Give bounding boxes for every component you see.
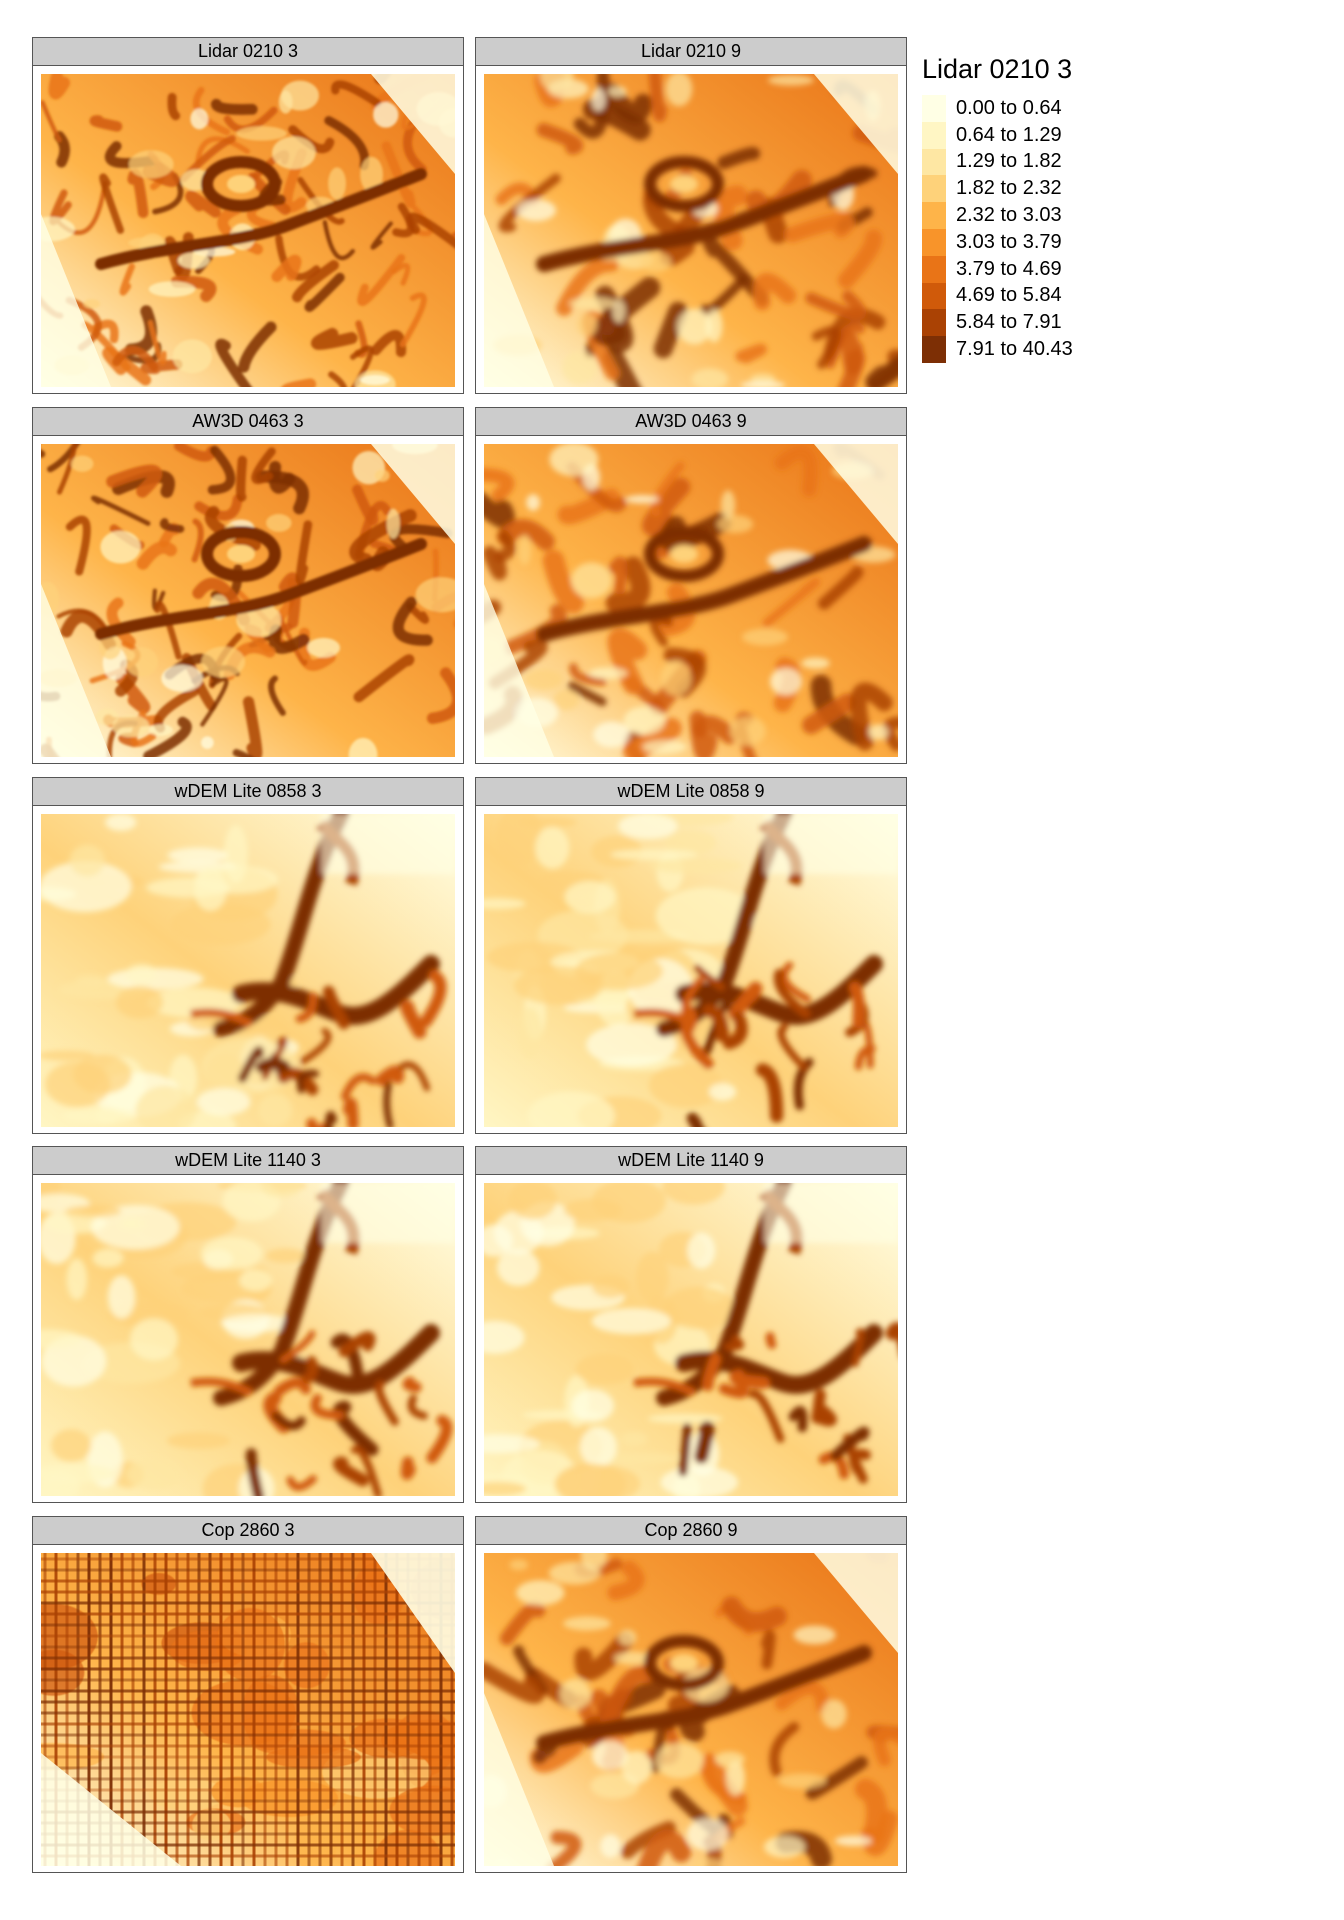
raster-map-image [484, 814, 898, 1127]
panel-title: Cop 2860 9 [476, 1517, 906, 1545]
raster-map-image [484, 444, 898, 757]
raster-map-image [484, 1553, 898, 1866]
raster-map [484, 74, 898, 387]
legend-label: 3.03 to 3.79 [956, 230, 1062, 253]
legend-swatch [922, 202, 946, 229]
legend: Lidar 0210 3 0.00 to 0.64 0.64 to 1.29 1.2… [922, 54, 1073, 363]
legend-swatch [922, 175, 946, 203]
panel-title: Cop 2860 3 [33, 1517, 463, 1545]
panel-wdem-lite-0858-3: wDEM Lite 0858 3 [32, 777, 464, 1134]
raster-map [484, 444, 898, 757]
panel-title: AW3D 0463 9 [476, 408, 906, 436]
raster-map [41, 74, 455, 387]
legend-label: 2.32 to 3.03 [956, 204, 1062, 227]
legend-item: 5.84 to 7.91 [922, 309, 1073, 337]
panel-title: AW3D 0463 3 [33, 408, 463, 436]
panel-wdem-lite-0858-9: wDEM Lite 0858 9 [475, 777, 907, 1134]
legend-item: 3.79 to 4.69 [922, 255, 1073, 283]
legend-swatch [922, 95, 946, 122]
panel-wdem-lite-1140-9: wDEM Lite 1140 9 [475, 1146, 907, 1503]
raster-map-image [41, 814, 455, 1127]
panel-title: Lidar 0210 9 [476, 38, 906, 66]
legend-swatch [922, 148, 946, 176]
legend-label: 3.79 to 4.69 [956, 257, 1062, 280]
raster-map-image [484, 1183, 898, 1496]
legend-item: 1.82 to 2.32 [922, 175, 1073, 203]
legend-item: 0.64 to 1.29 [922, 121, 1073, 149]
legend-label: 0.00 to 0.64 [956, 96, 1062, 119]
raster-map [41, 1553, 455, 1866]
legend-swatch [922, 282, 946, 310]
panel-wdem-lite-1140-3: wDEM Lite 1140 3 [32, 1146, 464, 1503]
raster-map-image [41, 1553, 455, 1866]
raster-map [41, 814, 455, 1127]
legend-label: 7.91 to 40.43 [956, 338, 1073, 361]
raster-map-image [41, 74, 455, 387]
legend-item: 7.91 to 40.43 [922, 336, 1073, 363]
panel-title: wDEM Lite 0858 9 [476, 778, 906, 806]
legend-label: 5.84 to 7.91 [956, 311, 1062, 334]
legend-item: 3.03 to 3.79 [922, 228, 1073, 256]
legend-swatch [922, 121, 946, 149]
panel-lidar-0210-3: Lidar 0210 3 [32, 37, 464, 394]
legend-item: 4.69 to 5.84 [922, 282, 1073, 310]
legend-item: 2.32 to 3.03 [922, 202, 1073, 229]
panel-lidar-0210-9: Lidar 0210 9 [475, 37, 907, 394]
raster-map [484, 1553, 898, 1866]
legend-item: 1.29 to 1.82 [922, 148, 1073, 176]
raster-map-image [41, 1183, 455, 1496]
legend-label: 1.29 to 1.82 [956, 150, 1062, 173]
panel-cop-2860-9: Cop 2860 9 [475, 1516, 907, 1873]
panel-cop-2860-3: Cop 2860 3 [32, 1516, 464, 1873]
legend-classes: 0.00 to 0.64 0.64 to 1.29 1.29 to 1.82 1.82… [922, 95, 1073, 363]
raster-map [484, 814, 898, 1127]
raster-map-image [484, 74, 898, 387]
legend-label: 0.64 to 1.29 [956, 123, 1062, 146]
legend-swatch [922, 309, 946, 337]
raster-map [41, 1183, 455, 1496]
legend-swatch [922, 336, 946, 363]
legend-swatch [922, 228, 946, 256]
legend-item: 0.00 to 0.64 [922, 95, 1073, 122]
raster-map [484, 1183, 898, 1496]
panel-title: wDEM Lite 1140 9 [476, 1147, 906, 1175]
legend-label: 4.69 to 5.84 [956, 284, 1062, 307]
legend-swatch [922, 255, 946, 283]
panel-aw3d-0463-3: AW3D 0463 3 [32, 407, 464, 764]
panel-title: Lidar 0210 3 [33, 38, 463, 66]
facet-grid: Lidar 0210 3 0.00 to 0.64 0.64 to 1.29 1.2… [0, 0, 1344, 1920]
panel-aw3d-0463-9: AW3D 0463 9 [475, 407, 907, 764]
legend-label: 1.82 to 2.32 [956, 177, 1062, 200]
raster-map [41, 444, 455, 757]
raster-map-image [41, 444, 455, 757]
legend-title: Lidar 0210 3 [922, 54, 1073, 84]
panel-title: wDEM Lite 1140 3 [33, 1147, 463, 1175]
panel-title: wDEM Lite 0858 3 [33, 778, 463, 806]
